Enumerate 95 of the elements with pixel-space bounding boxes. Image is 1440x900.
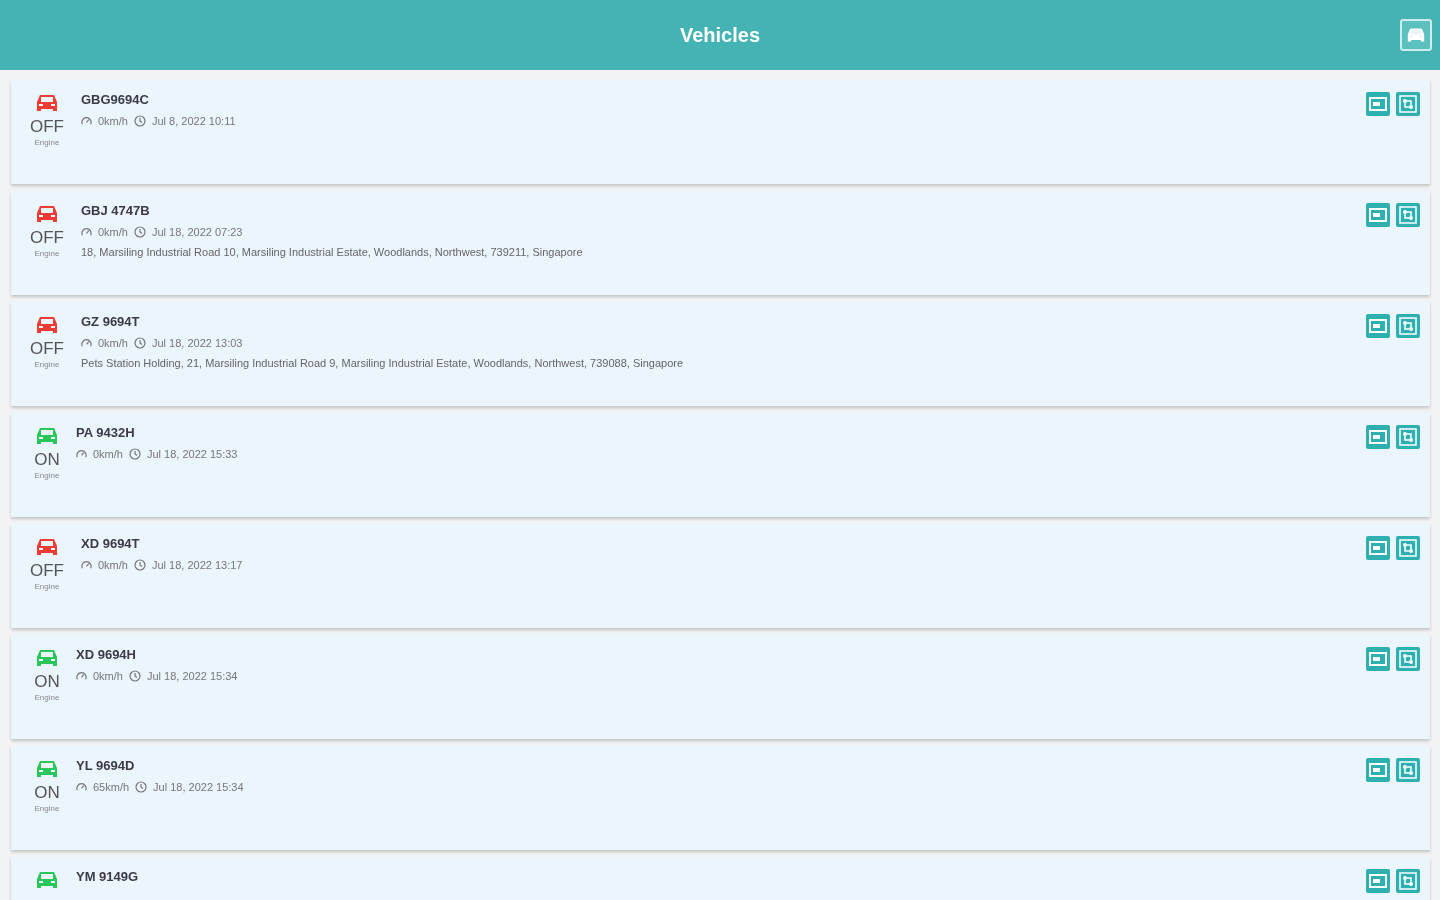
engine-status: OFF — [30, 340, 64, 358]
route-icon — [1399, 95, 1417, 113]
engine-label: Engine — [34, 138, 60, 147]
camera-icon — [1369, 652, 1387, 666]
engine-label: Engine — [34, 249, 60, 258]
vehicle-card[interactable]: OFF Engine GBJ 4747B 0km/h Jul 18, 2022 07:23 18, Marsiling Industrial Road 10, Marsiling Industrial Estate, Woodlands, Northwest, 739211, Singapore — [11, 191, 1430, 295]
plate-number: GBG9694C — [81, 92, 150, 107]
speed-text: 0km/h — [98, 559, 128, 571]
video-button[interactable] — [1366, 203, 1390, 227]
route-button[interactable] — [1396, 536, 1420, 560]
plate-number: GZ 9694T — [81, 314, 141, 329]
engine-status: ON — [34, 673, 60, 691]
plate-number: YM 9149G — [76, 869, 140, 884]
speed-text: 0km/h — [98, 337, 128, 349]
clock-icon — [133, 337, 146, 349]
engine-status: OFF — [30, 118, 64, 136]
vehicle-card[interactable]: OFF Engine GZ 9694T 0km/h Jul 18, 2022 13:03 Pets Station Holding, 21, Marsiling Industrial Road 9, Marsiling Industrial Estate, Woodlands, Northwest, 739088, Singapore — [11, 302, 1430, 406]
route-icon — [1399, 428, 1417, 446]
engine-status: ON — [34, 784, 60, 802]
vehicle-card[interactable]: ON Engine PA 9432H 0km/h Jul 18, 2022 15:33 — [11, 413, 1430, 517]
vehicle-card[interactable]: OFF Engine GBG9694C 0km/h Jul 8, 2022 10:11 — [11, 80, 1430, 184]
clock-icon — [133, 115, 146, 127]
page-title: Vehicles — [679, 23, 761, 47]
timestamp-text: Jul 18, 2022 15:34 — [153, 781, 244, 793]
camera-icon — [1369, 430, 1387, 444]
plate-number: GBJ 4747B — [81, 203, 151, 218]
speed-text: 0km/h — [93, 670, 123, 682]
timestamp-text: Jul 18, 2022 15:33 — [146, 448, 238, 460]
speed-text: 0km/h — [93, 448, 123, 460]
clock-icon — [133, 559, 146, 571]
clock-icon — [135, 781, 148, 793]
camera-icon — [1369, 763, 1387, 777]
vehicle-view-button[interactable] — [1400, 19, 1432, 51]
vehicle-card[interactable]: OFF Engine XD 9694T 0km/h Jul 18, 2022 13:17 — [11, 524, 1430, 628]
camera-icon — [1369, 874, 1387, 888]
route-icon — [1399, 317, 1417, 335]
video-button[interactable] — [1366, 869, 1390, 893]
plate-number: XD 9694T — [81, 536, 141, 551]
speedometer-icon — [81, 115, 92, 127]
speedometer-icon — [81, 226, 92, 238]
speed-text: 0km/h — [98, 115, 128, 127]
engine-label: Engine — [34, 582, 60, 591]
engine-status: OFF — [30, 562, 64, 580]
speedometer-icon — [81, 337, 92, 349]
clock-icon — [128, 670, 141, 682]
route-button[interactable] — [1396, 92, 1420, 116]
vehicle-card[interactable]: YM 9149G — [11, 857, 1430, 900]
timestamp-text: Jul 18, 2022 15:34 — [146, 670, 238, 682]
video-button[interactable] — [1366, 425, 1390, 449]
camera-icon — [1369, 97, 1387, 111]
timestamp-text: Jul 18, 2022 13:03 — [151, 337, 243, 349]
engine-status: ON — [34, 451, 60, 469]
timestamp-text: Jul 8, 2022 10:11 — [151, 115, 236, 127]
engine-label: Engine — [34, 360, 60, 369]
address-text: Pets Station Holding, 21, Marsiling Industrial Road 9, Marsiling Industrial Estate, Woodlands, Northwest, 739088, Singapore — [81, 357, 685, 369]
route-button[interactable] — [1396, 758, 1420, 782]
camera-icon — [1369, 319, 1387, 333]
engine-label: Engine — [34, 804, 60, 813]
plate-number: YL 9694D — [76, 758, 136, 773]
vehicle-card[interactable]: ON Engine XD 9694H 0km/h Jul 18, 2022 15:34 — [11, 635, 1430, 739]
plate-number: PA 9432H — [76, 425, 136, 440]
address-text: 18, Marsiling Industrial Road 10, Marsiling Industrial Estate, Woodlands, Northwest, 739211, Singapore — [81, 246, 584, 258]
speedometer-icon — [76, 781, 87, 793]
route-icon — [1399, 539, 1417, 557]
vehicle-card[interactable]: ON Engine YL 9694D 65km/h Jul 18, 2022 15:34 — [11, 746, 1430, 850]
video-button[interactable] — [1366, 647, 1390, 671]
route-icon — [1399, 206, 1417, 224]
video-button[interactable] — [1366, 536, 1390, 560]
clock-icon — [128, 448, 141, 460]
route-icon — [1399, 761, 1417, 779]
video-button[interactable] — [1366, 314, 1390, 338]
speed-text: 65km/h — [93, 781, 130, 793]
engine-status: OFF — [30, 229, 64, 247]
engine-label: Engine — [34, 693, 60, 702]
route-button[interactable] — [1396, 869, 1420, 893]
route-button[interactable] — [1396, 425, 1420, 449]
video-button[interactable] — [1366, 758, 1390, 782]
route-icon — [1399, 872, 1417, 890]
route-button[interactable] — [1396, 314, 1420, 338]
engine-label: Engine — [34, 471, 60, 480]
speedometer-icon — [81, 559, 92, 571]
route-button[interactable] — [1396, 203, 1420, 227]
speedometer-icon — [76, 670, 87, 682]
camera-icon — [1369, 208, 1387, 222]
timestamp-text: Jul 18, 2022 13:17 — [151, 559, 243, 571]
speedometer-icon — [76, 448, 87, 460]
video-button[interactable] — [1366, 92, 1390, 116]
route-icon — [1399, 650, 1417, 668]
route-button[interactable] — [1396, 647, 1420, 671]
clock-icon — [133, 226, 146, 238]
plate-number: XD 9694H — [76, 647, 137, 662]
camera-icon — [1369, 541, 1387, 555]
speed-text: 0km/h — [98, 226, 128, 238]
car-icon — [1406, 26, 1426, 44]
timestamp-text: Jul 18, 2022 07:23 — [151, 226, 243, 238]
